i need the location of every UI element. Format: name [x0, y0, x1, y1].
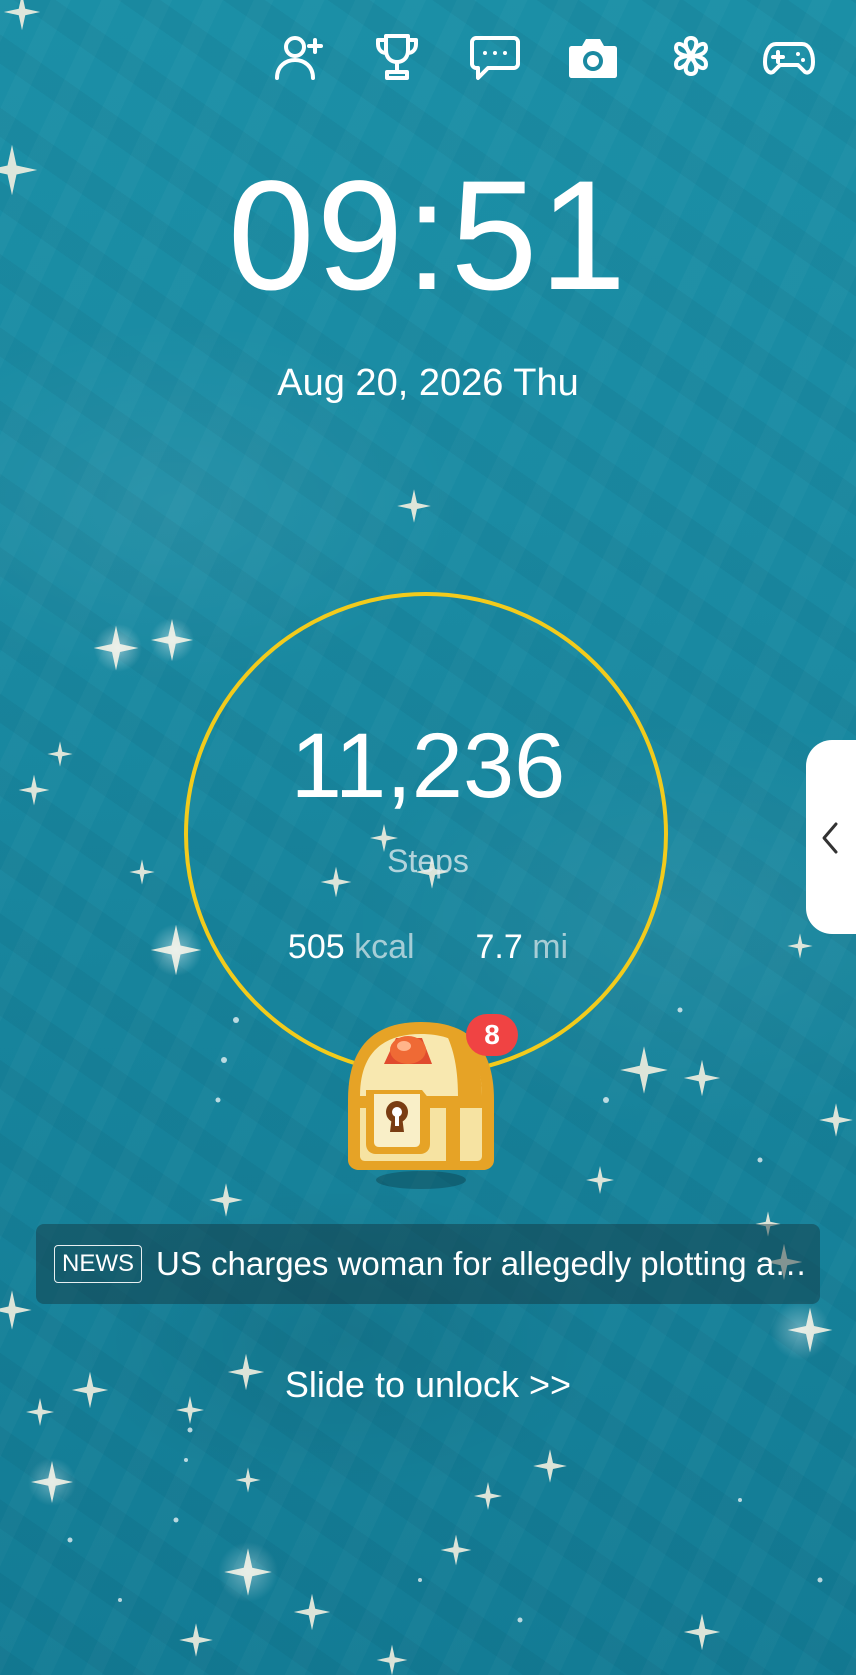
- lock-date: Aug 20, 2026 Thu: [277, 362, 579, 404]
- steps-count: 11,236: [290, 715, 566, 817]
- lock-clock: 09:51: [227, 149, 629, 323]
- trophy-icon[interactable]: [370, 30, 424, 84]
- calories-unit: kcal: [354, 928, 415, 966]
- slide-to-unlock[interactable]: Slide to unlock >>: [0, 1364, 856, 1406]
- calories-value: 505: [287, 928, 345, 966]
- distance-unit: mi: [532, 928, 569, 966]
- chest-notification-badge: 8: [466, 1014, 518, 1056]
- news-tag: NEWS: [54, 1245, 142, 1283]
- add-friend-icon[interactable]: [272, 30, 326, 84]
- chat-icon[interactable]: [468, 30, 522, 84]
- side-drawer-tab[interactable]: [806, 740, 856, 934]
- distance-value: 7.7: [475, 928, 523, 966]
- gamepad-icon[interactable]: [762, 30, 816, 84]
- activity-stats: 505 kcal 7.7 mi: [0, 928, 856, 967]
- news-banner[interactable]: NEWS US charges woman for allegedly plot…: [36, 1224, 820, 1304]
- news-headline: US charges woman for allegedly plotting …: [156, 1245, 816, 1282]
- chevron-left-icon: [822, 822, 838, 854]
- clover-icon[interactable]: [664, 30, 718, 84]
- camera-icon[interactable]: [566, 30, 620, 84]
- top-toolbar: [272, 30, 816, 84]
- steps-label: Steps: [387, 843, 469, 879]
